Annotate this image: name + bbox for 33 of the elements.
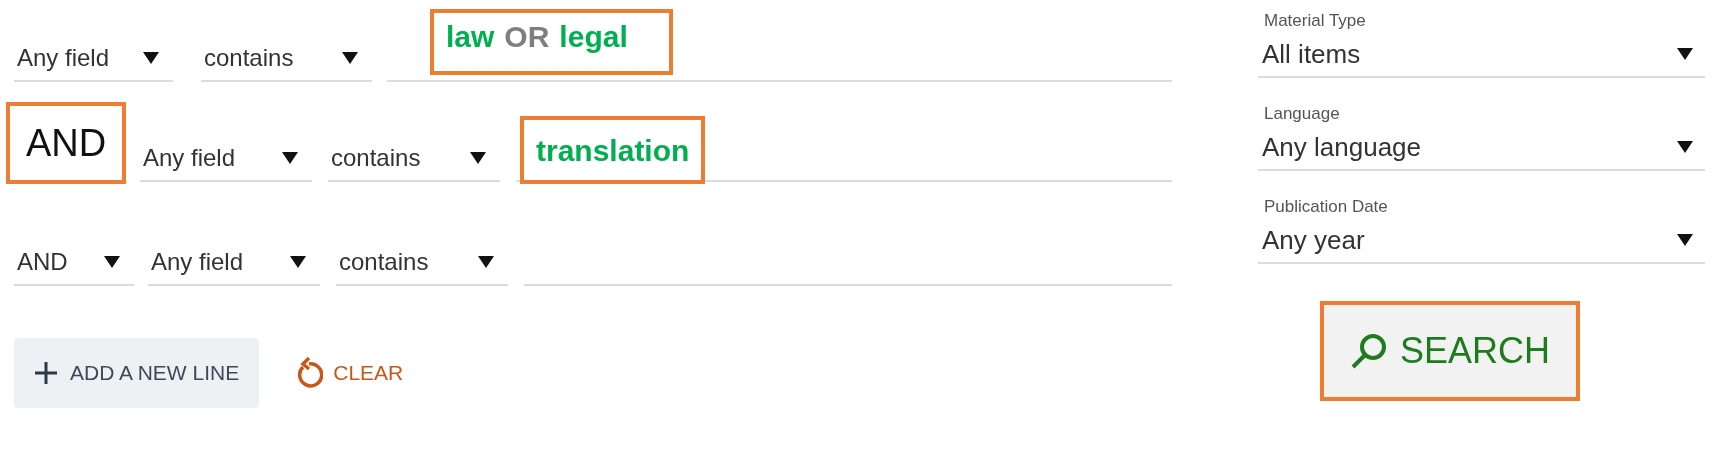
facet-label: Language (1263, 103, 1341, 125)
dropdown-arrow-icon (290, 256, 306, 268)
facet-label: Material Type (1263, 10, 1367, 32)
dropdown-select[interactable]: contains (201, 36, 372, 82)
search-button[interactable]: SEARCH (1320, 301, 1580, 401)
operator-text[interactable]: AND (25, 114, 107, 172)
dropdown-arrow-icon (282, 152, 298, 164)
plus-icon (34, 361, 58, 385)
dropdown-select[interactable]: contains (328, 136, 500, 182)
clear-button[interactable]: CLEAR (295, 357, 404, 389)
facet-label: Publication Date (1263, 196, 1389, 218)
dropdown-arrow-icon (470, 152, 486, 164)
dropdown-arrow-icon (143, 52, 159, 64)
dropdown-arrow-icon (342, 52, 358, 64)
dropdown-select[interactable]: contains (336, 240, 508, 286)
add-line-button[interactable]: ADD A NEW LINE (14, 338, 260, 408)
query-text: law OR legal (430, 9, 673, 75)
dropdown-select[interactable]: Any field (140, 136, 312, 182)
dropdown-select[interactable]: Any field (148, 240, 320, 286)
reset-icon (295, 357, 324, 389)
dropdown-select[interactable]: AND (14, 240, 134, 286)
facet-select[interactable]: Any language (1258, 125, 1705, 171)
dropdown-arrow-icon (1677, 141, 1693, 153)
dropdown-select[interactable]: Any field (14, 36, 173, 82)
query-text: translation (520, 116, 706, 184)
dropdown-arrow-icon (1677, 48, 1693, 60)
dropdown-arrow-icon (104, 256, 120, 268)
search-icon (1350, 332, 1388, 370)
facet-select[interactable]: All items (1258, 32, 1705, 78)
facet-select[interactable]: Any year (1258, 218, 1705, 264)
dropdown-arrow-icon (1677, 234, 1693, 246)
search-field[interactable]: law OR legal (387, 2, 1172, 82)
dropdown-arrow-icon (478, 256, 494, 268)
